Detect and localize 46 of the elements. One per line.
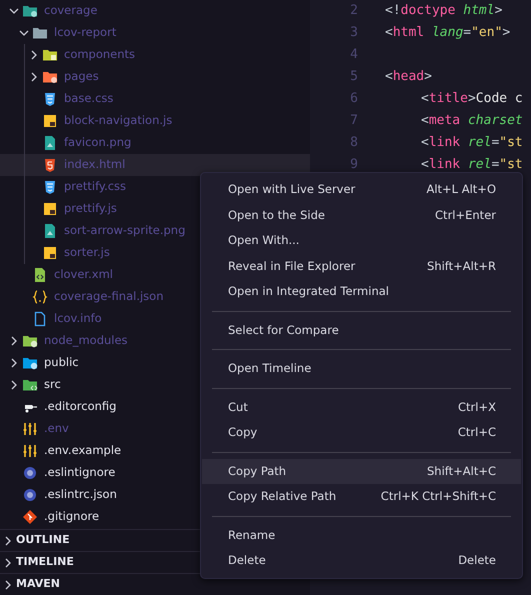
circle-icon <box>22 487 38 503</box>
code-line: <html lang="en"> <box>385 24 510 42</box>
js-icon <box>42 245 58 261</box>
menu-item[interactable]: Open With... <box>202 228 521 254</box>
menu-item[interactable]: Select for Compare <box>202 318 521 343</box>
line-number: 3 <box>349 24 358 42</box>
line-number: 4 <box>349 46 358 64</box>
html-icon <box>42 157 58 173</box>
line-number: 9 <box>349 156 358 174</box>
code-line: <link rel="st <box>420 134 523 152</box>
menu-item[interactable]: Open with Live Server Alt+L Alt+O <box>202 177 521 202</box>
line-number: 5 <box>349 68 358 86</box>
folder-icon <box>22 333 38 349</box>
line-number: 8 <box>349 134 358 152</box>
git-icon <box>22 509 38 525</box>
folder-icon <box>22 355 38 371</box>
code-line: <!doctype html> <box>385 2 502 20</box>
menu-item[interactable]: Reveal in File Explorer Shift+Alt+R <box>202 254 521 279</box>
image-icon <box>42 223 58 239</box>
folder-icon <box>42 47 58 63</box>
css-icon <box>42 91 58 107</box>
code-line: <meta charset <box>420 112 523 130</box>
braces-icon <box>32 289 48 305</box>
image-icon <box>42 135 58 151</box>
circle-icon <box>22 465 38 481</box>
line-number: 6 <box>349 90 358 108</box>
line-number: 7 <box>349 112 358 130</box>
folder-icon <box>22 3 38 19</box>
code-line: <head> <box>385 68 432 86</box>
folder-icon <box>22 377 38 393</box>
document-icon <box>32 311 48 327</box>
js-icon <box>42 201 58 217</box>
folder-icon <box>42 69 58 85</box>
menu-item[interactable]: Copy Path Shift+Alt+C <box>202 458 521 484</box>
code-line: <title>Code c <box>420 90 523 108</box>
css-icon <box>42 179 58 195</box>
code-line: <link rel="st <box>420 156 523 174</box>
menu-item[interactable]: Open in Integrated Terminal <box>202 279 521 304</box>
xml-icon <box>32 267 48 283</box>
sliders-icon <box>22 443 38 459</box>
menu-item[interactable]: Open to the Side Ctrl+Enter <box>202 202 521 228</box>
line-number: 2 <box>349 2 358 20</box>
sliders-icon <box>22 421 38 437</box>
folder-icon <box>32 25 48 41</box>
js-icon <box>42 113 58 129</box>
menu-item[interactable]: Cut Ctrl+X <box>202 394 521 420</box>
